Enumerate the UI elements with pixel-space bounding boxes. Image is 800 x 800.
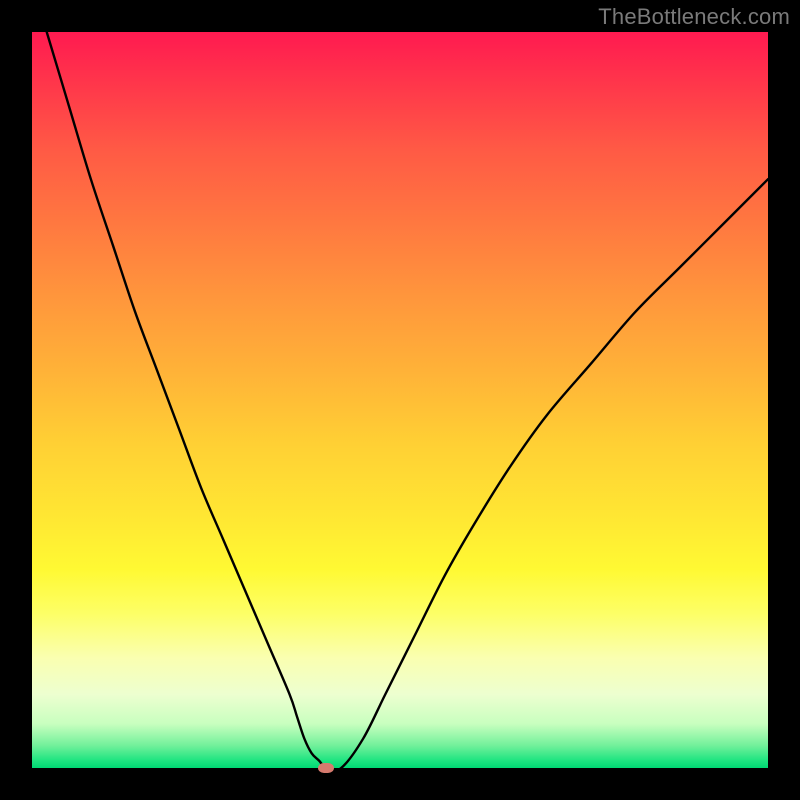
chart-frame: TheBottleneck.com (0, 0, 800, 800)
bottleneck-curve (32, 32, 768, 768)
minimum-marker (318, 763, 334, 773)
watermark-text: TheBottleneck.com (598, 4, 790, 30)
plot-area (32, 32, 768, 768)
